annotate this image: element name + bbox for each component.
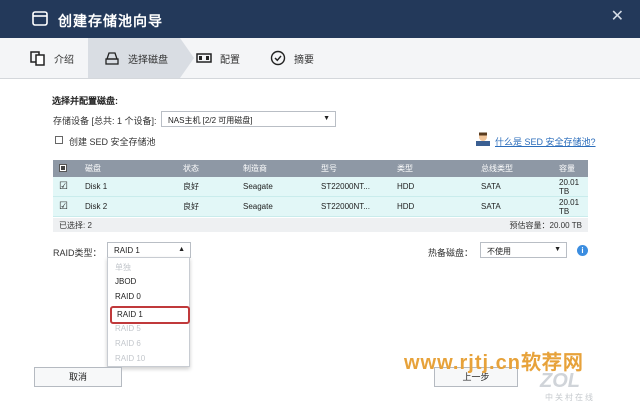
step-config-label: 配置: [220, 54, 240, 66]
raid-option-raid1[interactable]: RAID 1: [110, 306, 190, 324]
raid-option-raid5: RAID 5: [115, 324, 141, 333]
device-label: 存储设备 [总共: 1 个设备]:: [53, 116, 157, 126]
raid-dropdown-menu: 单独 JBOD RAID 0 RAID 1 RAID 5 RAID 6 RAID…: [107, 257, 190, 367]
col-type[interactable]: 类型: [391, 160, 475, 177]
cell-vendor: Seagate: [237, 196, 315, 217]
intro-icon: [30, 51, 45, 66]
raid-option-jbod[interactable]: JBOD: [115, 277, 136, 286]
raid-label: RAID类型：: [53, 248, 102, 258]
hotspare-label: 热备磁盘：: [428, 248, 474, 258]
close-icon[interactable]: ✕: [611, 6, 624, 26]
chevron-up-icon: ▲: [178, 246, 185, 253]
row-checkbox[interactable]: ☑: [53, 196, 79, 217]
step-select-disk: 选择磁盘: [88, 38, 194, 78]
cell-disk: Disk 2: [79, 196, 177, 217]
table-footer: 已选择: 2 预估容量：20.00 TB: [53, 218, 588, 232]
storage-app-icon: [32, 11, 48, 26]
window-title: 创建存储池向导: [58, 13, 163, 29]
device-select[interactable]: NAS主机 [2/2 可用磁盘] ▼: [161, 111, 336, 127]
section-heading: 选择并配置磁盘:: [52, 96, 118, 106]
cell-status: 良好: [177, 196, 237, 217]
cell-status: 良好: [177, 177, 237, 197]
cell-capacity: 20.01 TB: [553, 196, 588, 217]
cell-model: ST22000NT...: [315, 177, 391, 197]
disk-icon: [105, 52, 119, 65]
raid-select[interactable]: RAID 1 ▲: [107, 242, 191, 258]
table-row[interactable]: ☑ Disk 2 良好 Seagate ST22000NT... HDD SAT…: [53, 196, 588, 217]
hotspare-select[interactable]: 不使用 ▼: [480, 242, 567, 258]
raid-option-raid10: RAID 10: [115, 354, 146, 363]
checked-icon[interactable]: ☑: [59, 201, 68, 212]
col-capacity[interactable]: 容量: [553, 160, 588, 177]
col-status[interactable]: 状态: [177, 160, 237, 177]
step-summary-label: 摘要: [294, 54, 314, 66]
hotspare-select-value: 不使用: [487, 247, 511, 256]
step-intro: 介绍: [30, 38, 74, 78]
col-model[interactable]: 型号: [315, 160, 391, 177]
cell-model: ST22000NT...: [315, 196, 391, 217]
wizard-steps: 介绍 选择磁盘 配置 摘要: [0, 38, 640, 79]
row-checkbox[interactable]: ☑: [53, 177, 79, 197]
cell-bus: SATA: [475, 196, 553, 217]
step-config: 配置: [196, 38, 240, 78]
col-disk[interactable]: 磁盘: [79, 160, 177, 177]
config-icon: [196, 53, 212, 63]
cell-capacity: 20.01 TB: [553, 177, 588, 197]
info-icon[interactable]: i: [577, 245, 588, 256]
device-select-value: NAS主机 [2/2 可用磁盘]: [168, 116, 253, 125]
chevron-down-icon: ▼: [554, 246, 561, 253]
cell-type: HDD: [391, 196, 475, 217]
select-all-header[interactable]: [53, 160, 79, 177]
table-header-row: 磁盘 状态 制造商 型号 类型 总线类型 容量: [53, 160, 588, 177]
cell-type: HDD: [391, 177, 475, 197]
sed-checkbox[interactable]: [55, 136, 63, 144]
disk-table: 磁盘 状态 制造商 型号 类型 总线类型 容量 ☑ Disk 1 良好 Seag…: [53, 160, 588, 217]
raid-select-value: RAID 1: [114, 246, 140, 255]
step-summary: 摘要: [270, 38, 314, 78]
raid-option-raid0[interactable]: RAID 0: [115, 292, 141, 301]
wizard-body: 选择并配置磁盘: 存储设备 [总共: 1 个设备]: NAS主机 [2/2 可用…: [0, 79, 640, 406]
sed-help-link[interactable]: 什么是 SED 安全存储池?: [495, 135, 596, 148]
title-bar: 创建存储池向导 ✕: [0, 0, 640, 38]
table-row[interactable]: ☑ Disk 1 良好 Seagate ST22000NT... HDD SAT…: [53, 177, 588, 197]
estimated-capacity: 预估容量：20.00 TB: [509, 221, 582, 230]
cell-vendor: Seagate: [237, 177, 315, 197]
cell-bus: SATA: [475, 177, 553, 197]
step-select-disk-label: 选择磁盘: [128, 54, 168, 66]
cancel-button[interactable]: 取消: [34, 367, 122, 387]
col-vendor[interactable]: 制造商: [237, 160, 315, 177]
cell-disk: Disk 1: [79, 177, 177, 197]
raid-option-raid6: RAID 6: [115, 339, 141, 348]
zol-logo-subtitle: 中关村在线: [545, 393, 595, 402]
checked-icon[interactable]: ☑: [59, 181, 68, 192]
sed-label: 创建 SED 安全存储池: [69, 137, 156, 147]
check-circle-icon: [270, 50, 286, 66]
raid-option-single: 单独: [115, 263, 131, 272]
col-bus[interactable]: 总线类型: [475, 160, 553, 177]
select-all-checkbox[interactable]: [59, 163, 67, 172]
step-intro-label: 介绍: [54, 54, 74, 66]
selected-count: 已选择: 2: [59, 221, 92, 230]
help-person-icon: [476, 132, 490, 146]
chevron-down-icon: ▼: [323, 115, 330, 122]
